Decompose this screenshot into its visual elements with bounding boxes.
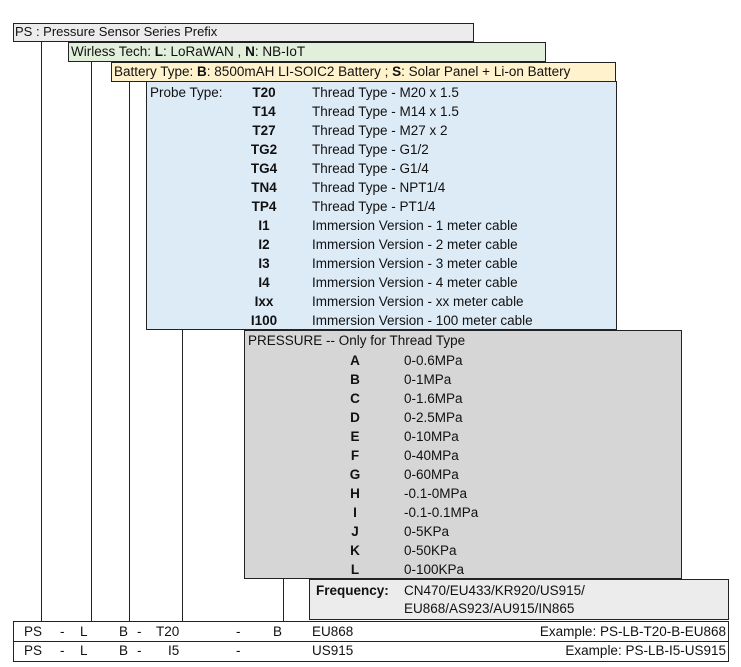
example-dash: - [236,624,241,639]
example-dash: - [137,624,142,639]
probe-desc: Thread Type - M27 x 2 [312,123,448,138]
pressure-box [244,330,682,579]
pressure-range: 0-100KPa [404,562,465,577]
example-battery: B [119,624,129,639]
pressure-code: I [353,505,357,520]
pressure-code: L [350,562,360,577]
probe-code: TP4 [251,199,277,214]
example-wireless: L [80,643,88,658]
pressure-code: H [350,486,360,501]
wireless-nbiot-key: N [245,44,255,59]
probe-code: Ixx [254,294,274,309]
probe-desc: Thread Type - M20 x 1.5 [312,85,459,100]
pressure-range: 0-1.6MPa [404,391,463,406]
battery-s-key: S [392,64,402,79]
probe-desc: Immersion Version - 3 meter cable [312,256,518,271]
frequency-line-1: CN470/EU433/KR920/US915/ [404,583,585,598]
probe-desc: Immersion Version - xx meter cable [312,294,524,309]
battery-b-text: : 8500mAH LI-SOIC2 Battery ; [206,64,393,79]
battery-b-key: B [197,64,207,79]
probe-desc: Thread Type - G1/4 [312,161,429,176]
pressure-label: PRESSURE -- Only for Thread Type [248,333,466,348]
example-dash: - [60,643,65,658]
pressure-range: 0-40MPa [404,448,459,463]
frequency-line-2: EU868/AS923/AU915/IN865 [404,601,575,616]
battery-label: Battery Type: B: 8500mAH LI-SOIC2 Batter… [114,63,570,81]
probe-code: I4 [258,275,270,290]
pressure-code: G [349,467,361,482]
pressure-range: 0-2.5MPa [404,410,463,425]
probe-desc: Immersion Version - 100 meter cable [312,313,533,328]
probe-desc: Thread Type - NPT1/4 [312,180,446,195]
example-dash: - [137,643,142,658]
probe-desc: Thread Type - M14 x 1.5 [312,104,459,119]
example-dash: - [236,643,241,658]
example-ps: PS [24,643,43,658]
example-wireless: L [80,624,88,639]
probe-code: TG4 [250,161,278,176]
wireless-title: Wirless Tech: [71,44,155,59]
probe-code: I3 [258,256,270,271]
example-probe: I5 [168,643,180,658]
pressure-code: F [350,448,360,463]
probe-type-label: Probe Type: [150,85,223,100]
wireless-lora-key: L [154,44,164,59]
pressure-code: D [350,410,360,425]
probe-code: I2 [258,237,270,252]
connector-pressure [283,579,284,621]
probe-desc: Thread Type - G1/2 [312,142,429,157]
pressure-code: B [350,372,360,387]
probe-desc: Immersion Version - 2 meter cable [312,237,518,252]
example-frequency: US915 [312,643,354,658]
pressure-code: C [350,391,360,406]
pressure-range: 0-50KPa [404,543,457,558]
example-frequency: EU868 [312,624,354,639]
pressure-code: K [350,543,360,558]
pressure-range: 0-0.6MPa [404,353,463,368]
probe-code: T27 [252,123,276,138]
probe-code: I1 [258,218,270,233]
example-ps: PS [24,624,43,639]
pressure-code: E [350,429,360,444]
wireless-nbiot-text: : NB-IoT [254,44,306,59]
pressure-code: J [351,524,359,539]
example-dash: - [60,624,65,639]
connector-ps [41,42,42,621]
pressure-code: A [350,353,360,368]
pressure-range: 0-1MPa [404,372,452,387]
example-battery: B [119,643,129,658]
connector-wireless [91,62,92,621]
example-text: Example: PS-LB-I5-US915 [565,643,726,658]
probe-code: I100 [250,313,278,328]
probe-code: T20 [252,85,276,100]
probe-code: TN4 [251,180,277,195]
probe-code: T14 [252,104,276,119]
pressure-range: 0-60MPa [404,467,459,482]
frequency-label: Frequency: [316,583,389,598]
probe-desc: Thread Type - PT1/4 [312,199,436,214]
probe-desc: Immersion Version - 1 meter cable [312,218,518,233]
connector-battery [129,82,130,621]
battery-title: Battery Type: [114,64,198,79]
wireless-lora-text: : LoRaWAN , [163,44,246,59]
pressure-range: -0.1-0.1MPa [404,505,479,520]
probe-desc: Immersion Version - 4 meter cable [312,275,518,290]
wireless-label: Wirless Tech: L: LoRaWAN , N: NB-IoT [71,43,305,61]
pressure-range: 0-10MPa [404,429,459,444]
connector-probe [182,330,183,621]
example-pressure: B [273,624,283,639]
probe-code: TG2 [250,142,278,157]
example-text: Example: PS-LB-T20-B-EU868 [539,624,726,639]
pressure-range: -0.1-0MPa [404,486,468,501]
battery-s-text: : Solar Panel + Li-on Battery [401,64,571,79]
pressure-range: 0-5KPa [404,524,450,539]
prefix-label: PS : Pressure Sensor Series Prefix [15,24,218,39]
example-probe: T20 [156,624,180,639]
